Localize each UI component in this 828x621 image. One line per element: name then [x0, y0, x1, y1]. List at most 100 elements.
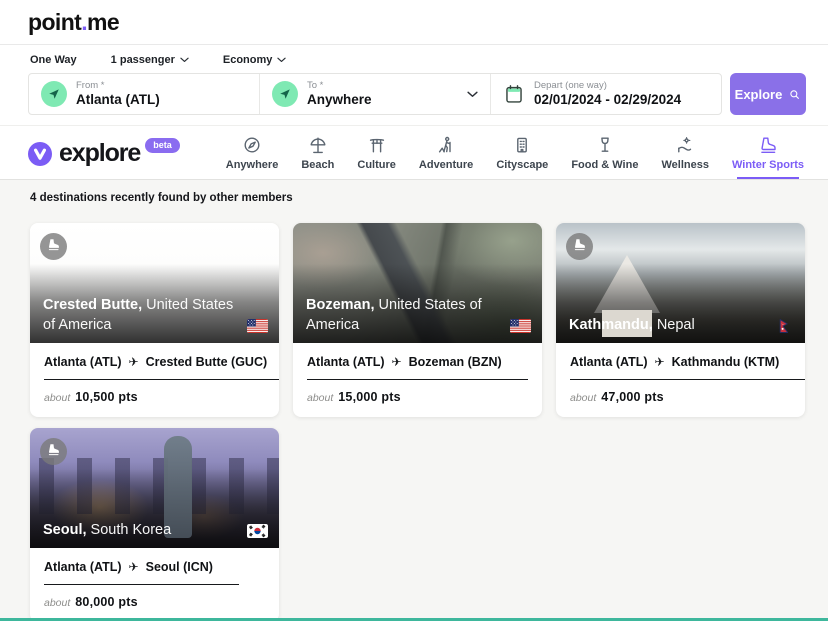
wellness-hand-icon	[675, 135, 695, 155]
wine-glass-icon	[595, 135, 615, 155]
points-row: about 15,000 pts	[307, 390, 528, 404]
depart-value: 02/01/2024 - 02/29/2024	[534, 92, 681, 108]
plane-icon: ✈	[129, 560, 139, 574]
calendar-icon	[503, 83, 525, 105]
search-section: One Way 1 passenger Economy From * Atlan…	[0, 45, 828, 180]
country-flag-icon	[247, 524, 268, 538]
card-footer: Atlanta (ATL) ✈ Bozeman (BZN) about 15,0…	[293, 343, 542, 417]
route-origin: Atlanta (ATL)	[44, 355, 122, 369]
compass-icon	[242, 135, 262, 155]
tab-adventure[interactable]: Adventure	[417, 126, 475, 179]
destination-title: Seoul, South Korea	[43, 521, 268, 540]
beta-badge: beta	[145, 138, 180, 153]
cabin-selector[interactable]: Economy	[223, 54, 287, 66]
search-fields: From * Atlanta (ATL) To * Anywhere Depar…	[28, 73, 722, 115]
route-origin: Atlanta (ATL)	[44, 560, 122, 574]
tab-culture[interactable]: Culture	[355, 126, 398, 179]
points-row: about 80,000 pts	[44, 595, 265, 609]
winter-sports-badge	[40, 438, 67, 465]
destination-city: Bozeman,	[306, 297, 375, 313]
points-value: 80,000 pts	[75, 595, 137, 609]
from-field[interactable]: From * Atlanta (ATL)	[29, 74, 259, 114]
from-value: Atlanta (ATL)	[76, 92, 160, 108]
tab-winter-sports[interactable]: Winter Sports	[730, 126, 806, 179]
route-destination: Kathmandu (KTM)	[672, 355, 780, 369]
points-row: about 47,000 pts	[570, 390, 791, 404]
cabin-label: Economy	[223, 54, 273, 66]
torii-gate-icon	[367, 135, 387, 155]
explore-search-button[interactable]: Explore	[730, 73, 806, 115]
about-label: about	[570, 392, 596, 404]
trip-type-label: One Way	[30, 54, 77, 66]
route-destination: Bozeman (BZN)	[409, 355, 502, 369]
trip-type-selector[interactable]: One Way	[30, 54, 77, 66]
logo-part2: me	[87, 9, 119, 35]
route: Atlanta (ATL) ✈ Seoul (ICN)	[44, 560, 239, 585]
about-label: about	[44, 597, 70, 609]
destination-photo: Bozeman, United States of America	[293, 223, 542, 343]
destination-city: Seoul,	[43, 522, 87, 538]
to-label: To *	[307, 80, 372, 91]
destination-photo: Crested Butte, United States of America	[30, 223, 279, 343]
destination-card[interactable]: Bozeman, United States of America Atlant…	[293, 223, 542, 417]
destination-title: Crested Butte, United States of America	[43, 296, 268, 335]
category-tabs: Anywhere Beach Culture Adventure Citysca…	[224, 126, 806, 179]
country-flag-icon	[510, 319, 531, 333]
explore-beta-logo: explore beta	[28, 137, 180, 169]
passenger-selector[interactable]: 1 passenger	[111, 54, 189, 66]
destination-country: Nepal	[657, 317, 695, 333]
pointme-logo[interactable]: point.me	[28, 9, 119, 36]
chevron-down-icon	[180, 57, 189, 63]
winter-sports-badge	[40, 233, 67, 260]
pointme-mark-icon	[28, 142, 52, 166]
destination-title: Kathmandu, Nepal	[569, 316, 794, 335]
beach-umbrella-icon	[308, 135, 328, 155]
explore-button-label: Explore	[735, 87, 783, 102]
plane-icon: ✈	[655, 355, 665, 369]
explore-wordmark: explore	[59, 137, 140, 169]
hiker-icon	[436, 135, 456, 155]
destination-card[interactable]: Kathmandu, Nepal Atlanta (ATL) ✈ Kathman…	[556, 223, 805, 417]
country-flag-icon	[247, 319, 268, 333]
route-destination: Seoul (ICN)	[146, 560, 213, 574]
destination-card[interactable]: Seoul, South Korea Atlanta (ATL) ✈ Seoul…	[30, 428, 279, 621]
card-footer: Atlanta (ATL) ✈ Kathmandu (KTM) about 47…	[556, 343, 805, 417]
building-icon	[512, 135, 532, 155]
trip-options-row: One Way 1 passenger Economy	[0, 45, 828, 66]
points-value: 47,000 pts	[601, 390, 663, 404]
departure-plane-icon	[41, 81, 67, 107]
logo-part1: point	[28, 9, 81, 35]
destination-cards-grid: Crested Butte, United States of America …	[30, 223, 806, 621]
destination-city: Kathmandu,	[569, 317, 653, 333]
results-section: 4 destinations recently found by other m…	[0, 192, 828, 621]
tab-food-wine[interactable]: Food & Wine	[569, 126, 640, 179]
tab-beach[interactable]: Beach	[299, 126, 336, 179]
ski-boot-icon	[572, 237, 587, 257]
plane-icon: ✈	[129, 355, 139, 369]
about-label: about	[44, 392, 70, 404]
from-label: From *	[76, 80, 160, 91]
results-heading: 4 destinations recently found by other m…	[30, 192, 828, 204]
to-value: Anywhere	[307, 92, 372, 108]
passenger-label: 1 passenger	[111, 54, 175, 66]
points-value: 10,500 pts	[75, 390, 137, 404]
points-row: about 10,500 pts	[44, 390, 265, 404]
top-header: point.me	[0, 0, 828, 45]
depart-label: Depart (one way)	[534, 80, 681, 91]
tab-anywhere[interactable]: Anywhere	[224, 126, 281, 179]
plane-icon: ✈	[392, 355, 402, 369]
card-footer: Atlanta (ATL) ✈ Crested Butte (GUC) abou…	[30, 343, 279, 417]
destination-card[interactable]: Crested Butte, United States of America …	[30, 223, 279, 417]
depart-date-field[interactable]: Depart (one way) 02/01/2024 - 02/29/2024	[490, 74, 721, 114]
route-destination: Crested Butte (GUC)	[146, 355, 268, 369]
destination-title: Bozeman, United States of America	[306, 296, 531, 335]
tab-cityscape[interactable]: Cityscape	[494, 126, 550, 179]
route: Atlanta (ATL) ✈ Bozeman (BZN)	[307, 355, 528, 380]
tab-wellness[interactable]: Wellness	[659, 126, 711, 179]
search-icon	[788, 88, 801, 101]
country-flag-icon	[773, 319, 794, 333]
chevron-down-icon[interactable]	[467, 91, 478, 98]
to-field[interactable]: To * Anywhere	[259, 74, 490, 114]
ski-boot-icon	[758, 135, 778, 155]
card-footer: Atlanta (ATL) ✈ Seoul (ICN) about 80,000…	[30, 548, 279, 621]
